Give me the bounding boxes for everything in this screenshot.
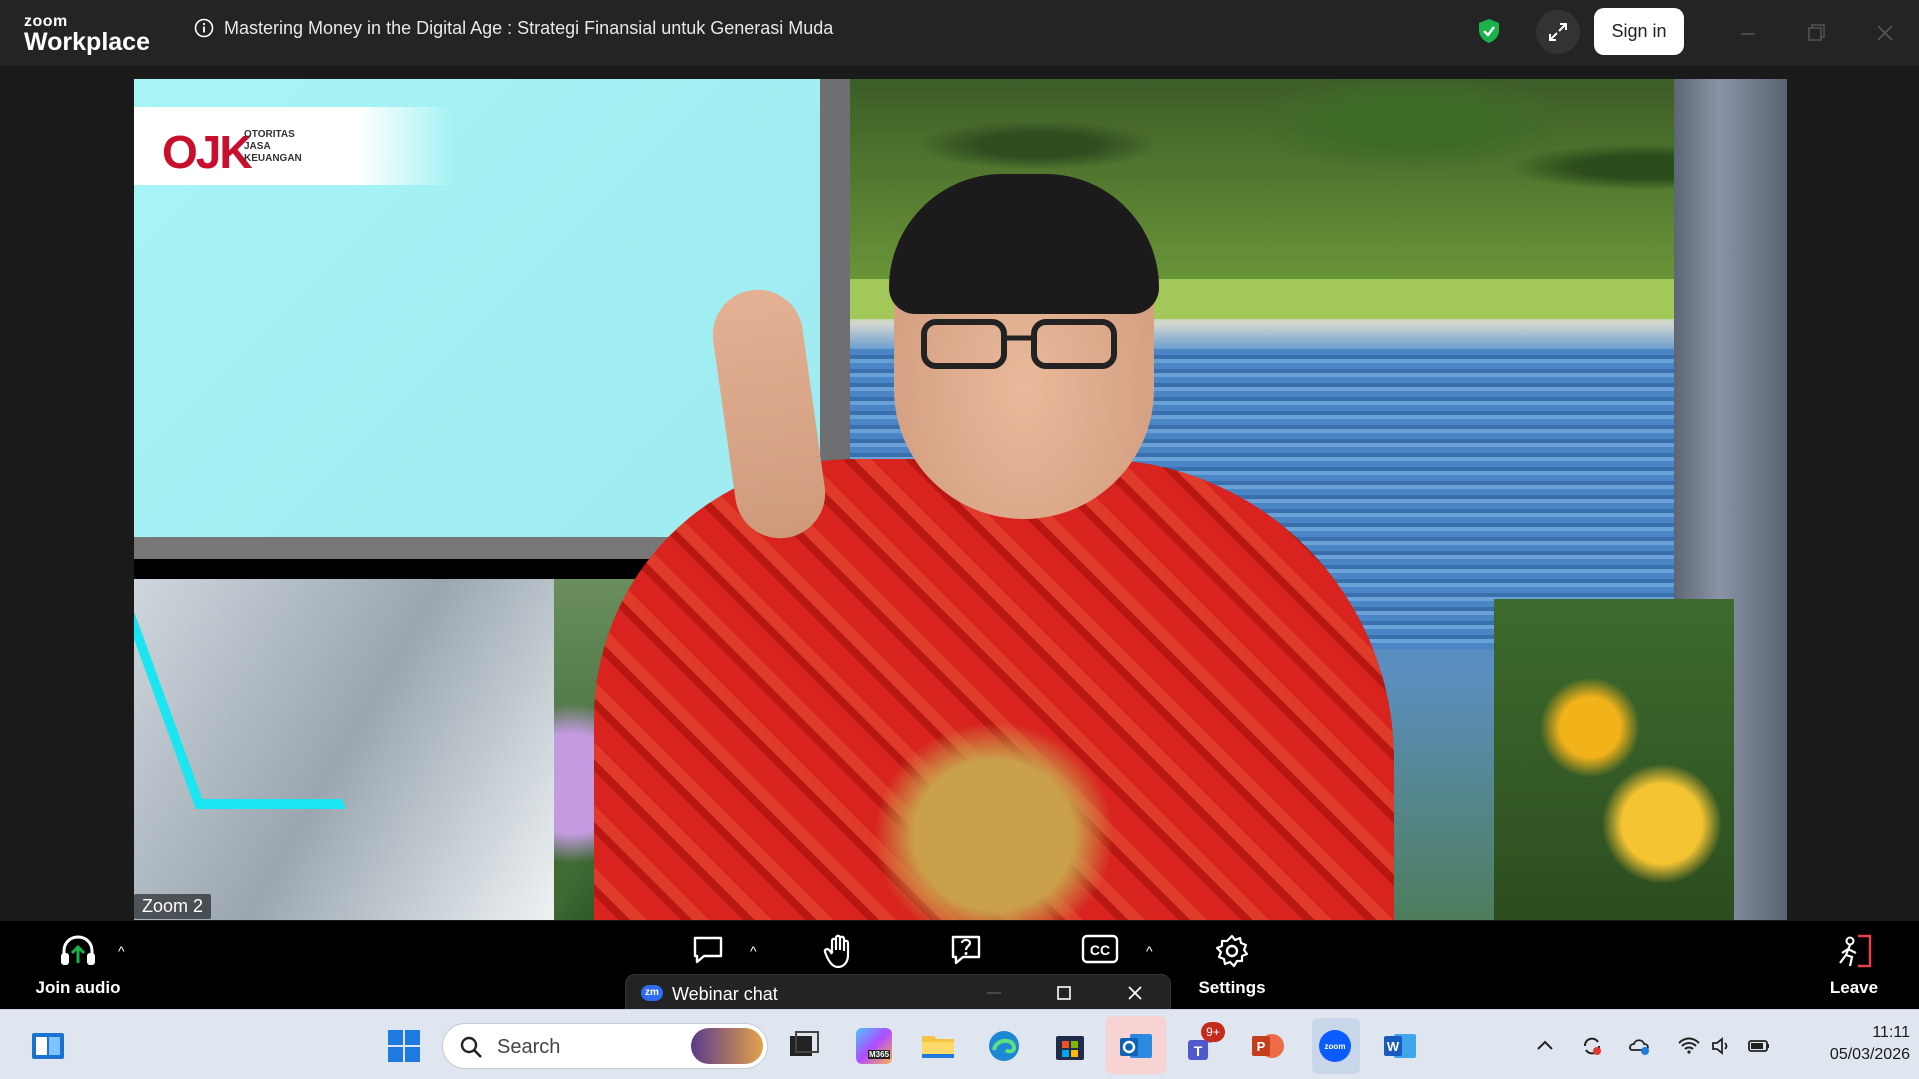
svg-text:zoom: zoom — [1325, 1042, 1346, 1051]
audio-options-chevron-up-icon[interactable]: ^ — [118, 943, 125, 959]
popup-maximize-icon[interactable] — [1055, 984, 1073, 1002]
outlook-icon[interactable] — [1118, 1028, 1154, 1064]
restore-icon[interactable] — [1801, 18, 1831, 48]
svg-text:CC: CC — [1090, 942, 1110, 958]
sync-alert-icon[interactable] — [1580, 1034, 1604, 1058]
leave-button[interactable]: Leave — [1822, 933, 1886, 998]
minimize-icon[interactable] — [1733, 18, 1763, 48]
close-icon[interactable] — [1870, 18, 1900, 48]
m365-label: M365 — [868, 1050, 891, 1059]
webinar-chat-title: Webinar chat — [672, 984, 778, 1004]
clock-time: 11:11 — [1872, 1024, 1910, 1041]
zoom-logo: zoom Workplace — [24, 14, 150, 55]
search-icon — [460, 1036, 482, 1058]
speaker-glasses — [921, 319, 1117, 369]
ojk-banner: OJK OTORITAS JASA KEUANGAN — [134, 107, 454, 185]
search-placeholder: Search — [497, 1036, 561, 1058]
raise-hand-button[interactable] — [822, 933, 858, 974]
edge-browser-icon[interactable] — [986, 1028, 1022, 1064]
svg-text:T: T — [1194, 1043, 1203, 1059]
ojk-text: OTORITAS JASA KEUANGAN — [244, 129, 302, 165]
expand-icon — [1549, 23, 1567, 41]
meeting-title: Mastering Money in the Digital Age : Str… — [224, 18, 834, 38]
chat-bubble-icon — [693, 936, 723, 964]
qa-button[interactable] — [948, 933, 984, 972]
info-icon[interactable] — [194, 18, 214, 38]
word-icon[interactable]: W — [1382, 1028, 1418, 1064]
leave-door-icon — [1839, 934, 1872, 968]
taskbar-search-box[interactable]: Search — [442, 1023, 768, 1069]
chat-options-chevron-up-icon[interactable]: ^ — [750, 943, 757, 959]
participant-name-tag: Zoom 2 — [134, 894, 212, 919]
speaker-shirt — [594, 459, 1394, 920]
ojk-text-line2: JASA — [244, 141, 271, 152]
join-audio-label: Join audio — [35, 978, 121, 997]
zoom-window: zoom Workplace Mastering Money in the Di… — [0, 0, 1919, 1010]
title-bar: zoom Workplace Mastering Money in the Di… — [0, 0, 1919, 66]
svg-text:P: P — [1257, 1039, 1266, 1054]
ojk-logo: OJK — [162, 126, 253, 178]
svg-text:W: W — [1387, 1039, 1400, 1054]
clock-date: 05/03/2026 — [1829, 1046, 1910, 1063]
settings-button[interactable]: Settings — [1192, 933, 1272, 998]
search-highlight-image — [691, 1028, 763, 1064]
headphones-icon — [61, 935, 95, 965]
popup-minimize-icon[interactable] — [984, 985, 1004, 1001]
question-bubble-icon — [951, 935, 981, 965]
volume-icon[interactable] — [1710, 1034, 1734, 1058]
zoom-chat-icon: zm — [641, 985, 663, 1001]
taskbar-clock[interactable]: 11:11 05/03/2026 — [1790, 1022, 1910, 1066]
chat-button[interactable] — [690, 933, 726, 972]
widgets-icon[interactable] — [30, 1028, 66, 1064]
cc-icon: CC — [1081, 934, 1119, 964]
logo-line2: Workplace — [24, 28, 150, 56]
task-view-icon[interactable] — [786, 1028, 822, 1064]
zoom-app-icon[interactable]: zoom — [1317, 1028, 1353, 1064]
shield-icon[interactable] — [1477, 18, 1501, 44]
background-flowers-yellow — [1494, 599, 1734, 920]
sign-in-button[interactable]: Sign in — [1594, 8, 1684, 55]
hand-icon — [823, 934, 850, 969]
wifi-icon[interactable] — [1677, 1034, 1701, 1058]
teams-notification-badge: 9+ — [1201, 1022, 1225, 1042]
battery-icon[interactable] — [1747, 1034, 1771, 1058]
captions-options-chevron-up-icon[interactable]: ^ — [1146, 943, 1153, 959]
video-feed: OJK OTORITAS JASA KEUANGAN Zoom 2 — [134, 79, 1787, 920]
fullscreen-button[interactable] — [1536, 10, 1580, 54]
settings-label: Settings — [1198, 978, 1266, 997]
chevron-up-icon[interactable] — [1533, 1034, 1557, 1058]
ojk-text-line3: KEUANGAN — [244, 153, 302, 164]
file-explorer-icon[interactable] — [920, 1028, 956, 1064]
ojk-text-line1: OTORITAS — [244, 129, 295, 140]
start-windows-icon[interactable] — [386, 1028, 422, 1064]
onedrive-info-icon[interactable] — [1628, 1034, 1652, 1058]
join-audio-button[interactable]: Join audio — [30, 933, 126, 998]
leave-label: Leave — [1829, 978, 1879, 997]
popup-close-icon[interactable] — [1126, 984, 1144, 1002]
powerpoint-icon[interactable]: P — [1250, 1028, 1286, 1064]
captions-button[interactable]: CC — [1080, 933, 1120, 970]
microsoft-store-icon[interactable] — [1052, 1028, 1088, 1064]
windows-taskbar: Search M365 T 9+ P zoom W 11:11 05/03/20… — [0, 1009, 1919, 1079]
m365-copilot-icon[interactable]: M365 — [856, 1028, 892, 1064]
gear-icon — [1215, 934, 1249, 968]
webinar-chat-popup[interactable]: zm Webinar chat — [625, 974, 1171, 1010]
